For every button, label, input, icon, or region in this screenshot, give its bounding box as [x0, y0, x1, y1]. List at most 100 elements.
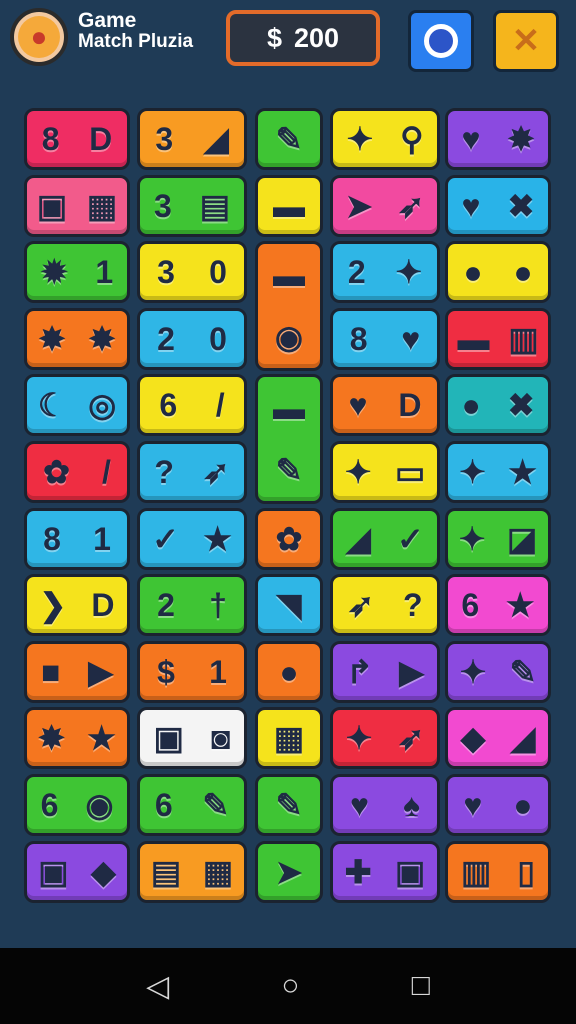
tile-symbol-icon: 1 [95, 254, 114, 290]
x-icon: ✕ [511, 22, 541, 60]
puzzle-tile[interactable]: 3 ◢ [137, 108, 247, 170]
tile-symbol-icon: ♥ [350, 787, 369, 823]
title-line-2: Match Pluzia [78, 31, 194, 53]
tile-symbol-icon: ▥ [508, 321, 539, 357]
tile-symbol-icon: ★ [508, 454, 537, 490]
puzzle-tile[interactable]: ▦ [255, 707, 323, 769]
tile-symbol-icon: ✦ [346, 121, 374, 157]
puzzle-tile[interactable]: 2 † [137, 574, 247, 636]
tile-symbol-icon: ♥ [461, 188, 481, 224]
tile-symbol-icon: ▥ [461, 854, 492, 890]
puzzle-tile[interactable]: ✦ ✎ [445, 641, 551, 703]
puzzle-tile[interactable]: 6/ [137, 374, 247, 436]
puzzle-tile[interactable]: ? ➶ [137, 441, 247, 503]
puzzle-tile[interactable]: ◆ ◢ [445, 707, 551, 769]
tile-symbol-icon: ✦ [458, 521, 486, 557]
puzzle-tile[interactable]: 30 [137, 241, 247, 303]
recent-apps-icon[interactable]: □ [412, 969, 430, 1003]
tile-symbol-icon: ✿ [275, 521, 303, 557]
puzzle-tile[interactable]: ● [255, 641, 323, 703]
puzzle-tile[interactable]: ✹ 1 [24, 241, 130, 303]
puzzle-tile[interactable]: ✿ [255, 508, 323, 570]
puzzle-tile[interactable]: ➤ ➶ [330, 175, 440, 237]
puzzle-tile[interactable]: ◢ ✓ [330, 508, 440, 570]
tile-symbol-icon: ✦ [344, 454, 372, 490]
puzzle-tile[interactable]: ❯ D [24, 574, 130, 636]
puzzle-tile[interactable]: 3 ▤ [137, 175, 247, 237]
tile-symbol-icon: ▦ [86, 188, 118, 224]
puzzle-tile[interactable]: 6 ◉ [24, 774, 130, 836]
tile-symbol-icon: ▬ [457, 321, 490, 357]
puzzle-tile[interactable]: ✦ ➶ [330, 707, 440, 769]
puzzle-tile[interactable]: 20 [137, 308, 247, 370]
puzzle-tile[interactable]: ▣ ◙ [137, 707, 247, 769]
puzzle-tile[interactable]: ▬ ▥ [445, 308, 551, 370]
tile-symbol-icon: 1 [209, 654, 227, 690]
puzzle-tile[interactable]: 6 ★ [445, 574, 551, 636]
game-logo[interactable]: ● [10, 8, 68, 66]
tile-symbol-icon: ◢ [346, 521, 371, 557]
tile-symbol-icon: ▶ [88, 654, 113, 690]
puzzle-tile[interactable]: ✸ ✸ [24, 308, 130, 370]
puzzle-tile[interactable]: ✦ ◪ [445, 508, 551, 570]
tile-symbol-icon: ■ [41, 654, 61, 690]
puzzle-tile[interactable]: ■ ▶ [24, 641, 130, 703]
puzzle-tile[interactable]: ▤ ▦ [137, 841, 247, 903]
tile-symbol-icon: ▣ [153, 720, 184, 756]
settings-button[interactable] [408, 10, 474, 72]
puzzle-tile[interactable]: ↱ ▶ [330, 641, 440, 703]
tile-symbol-icon: ➶ [347, 587, 375, 623]
puzzle-tile[interactable]: ▬ ✎ [255, 374, 323, 504]
puzzle-tile[interactable]: ▣ ▦ [24, 175, 130, 237]
puzzle-tile[interactable]: 2 ✦ [330, 241, 440, 303]
puzzle-tile[interactable]: ✦ ⚲ [330, 108, 440, 170]
tile-symbol-icon: $ [157, 654, 175, 690]
tile-symbol-icon: ● [461, 387, 481, 423]
tile-symbol-icon: ✎ [275, 452, 303, 488]
puzzle-tile[interactable]: ✸ ★ [24, 707, 130, 769]
puzzle-tile[interactable]: 6 ✎ [137, 774, 247, 836]
puzzle-tile[interactable]: ▬ ◉ [255, 241, 323, 371]
tile-symbol-icon: ✎ [275, 787, 303, 823]
puzzle-tile[interactable]: ✎ [255, 774, 323, 836]
back-icon[interactable]: ◁ [146, 969, 169, 1004]
puzzle-tile[interactable]: 81 [24, 508, 130, 570]
tile-symbol-icon: 6 [159, 387, 178, 423]
puzzle-tile[interactable]: ♥ ♠ [330, 774, 440, 836]
puzzle-tile[interactable]: ➤ [255, 841, 323, 903]
puzzle-tile[interactable]: ✚ ▣ [330, 841, 440, 903]
puzzle-tile[interactable]: ▥ ▯ [445, 841, 551, 903]
puzzle-tile[interactable]: ♥ ✖ [445, 175, 551, 237]
tile-symbol-icon: ▦ [273, 720, 305, 756]
puzzle-tile[interactable]: ◥ [255, 574, 323, 636]
puzzle-tile[interactable]: ✓ ★ [137, 508, 247, 570]
puzzle-tile[interactable]: ✦ ▭ [330, 441, 440, 503]
puzzle-tile[interactable]: $1 [137, 641, 247, 703]
puzzle-tile[interactable]: ✿ / [24, 441, 130, 503]
puzzle-tile[interactable]: ✦ ★ [445, 441, 551, 503]
tile-symbol-icon: ◢ [510, 720, 536, 756]
tile-symbol-icon: / [215, 387, 225, 423]
puzzle-board: 8 D 3 ◢ ✎ ✦ ⚲ ♥ ✸ ▣ ▦ 3 ▤ ▬ ➤ ➶ ♥ ✖ ✹ 1 3 0 ▬ ◉ 2 ✦ ● ● ✸ ✸ 2 0 8 ♥ ▬ ▥ ☾ ◎ 6/… [24, 108, 554, 918]
puzzle-tile[interactable]: 8 ♥ [330, 308, 440, 370]
puzzle-tile[interactable]: ✎ [255, 108, 323, 170]
puzzle-tile[interactable]: ➶? [330, 574, 440, 636]
close-button[interactable]: ✕ [493, 10, 559, 72]
puzzle-tile[interactable]: ● ✖ [445, 374, 551, 436]
puzzle-tile[interactable]: ☾ ◎ [24, 374, 130, 436]
puzzle-tile[interactable]: ▬ [255, 175, 323, 237]
puzzle-tile[interactable]: ● ● [445, 241, 551, 303]
tile-symbol-icon: ♥ [348, 387, 368, 423]
tile-symbol-icon: ♥ [461, 121, 481, 157]
home-icon[interactable]: ○ [281, 969, 299, 1003]
puzzle-tile[interactable]: ▣ ◆ [24, 841, 130, 903]
puzzle-tile[interactable]: ♥ D [330, 374, 440, 436]
tile-symbol-icon: ✦ [459, 454, 486, 490]
puzzle-tile[interactable]: ♥ ✸ [445, 108, 551, 170]
puzzle-tile[interactable]: 8D [24, 108, 130, 170]
tile-symbol-icon: ✚ [344, 854, 372, 890]
puzzle-tile[interactable]: ♥ ● [445, 774, 551, 836]
tile-symbol-icon: 2 [347, 254, 366, 290]
tile-symbol-icon: 3 [155, 121, 174, 157]
tile-symbol-icon: ? [154, 454, 174, 490]
